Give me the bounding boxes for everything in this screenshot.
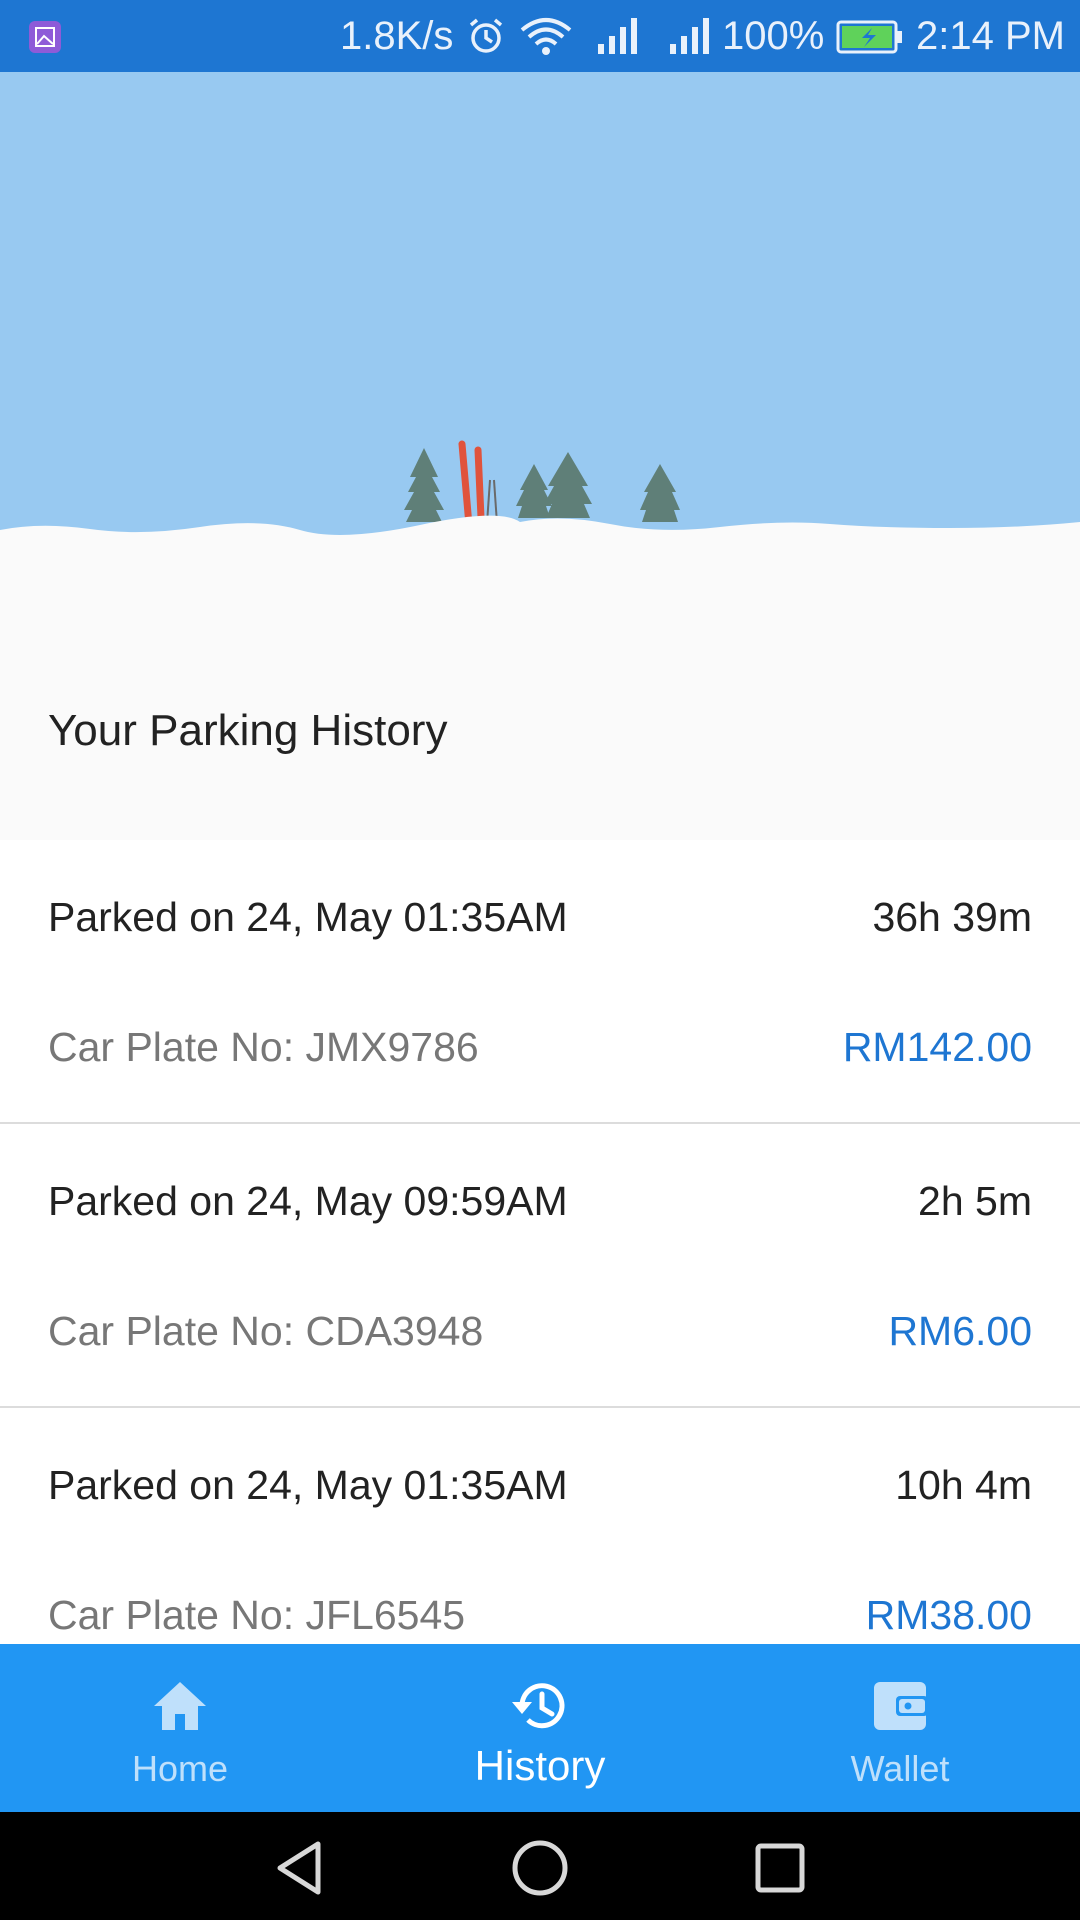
header-illustration [0, 72, 1080, 672]
car-plate: Car Plate No: JMX9786 [48, 1024, 479, 1070]
parking-duration: 10h 4m [895, 1462, 1032, 1508]
home-icon [154, 1682, 206, 1730]
parking-duration: 2h 5m [918, 1178, 1032, 1224]
alarm-icon [469, 18, 503, 53]
parked-date: Parked on 24, May 09:59AM [48, 1178, 568, 1224]
battery-percent: 100% [722, 14, 825, 58]
nav-home-label: Home [131, 1748, 229, 1789]
clock-time: 2:14 PM [916, 14, 1065, 58]
wallet-icon [874, 1682, 928, 1730]
network-speed: 1.8K/s [340, 14, 454, 58]
gallery-icon [29, 21, 61, 53]
wifi-icon [520, 18, 572, 55]
home-circle-icon[interactable] [510, 1838, 570, 1898]
recents-icon[interactable] [750, 1838, 810, 1898]
nav-history[interactable]: History [360, 1644, 720, 1812]
back-icon[interactable] [270, 1838, 330, 1898]
history-item[interactable]: Parked on 24, May 01:35AM 36h 39m Car Pl… [0, 840, 1080, 1124]
nav-home[interactable]: Home [0, 1644, 360, 1812]
parking-duration: 36h 39m [872, 894, 1032, 940]
page-title: Your Parking History [48, 706, 448, 755]
nav-history-label: History [474, 1742, 606, 1789]
car-plate: Car Plate No: JFL6545 [48, 1592, 466, 1638]
parked-date: Parked on 24, May 01:35AM [48, 894, 568, 940]
history-icon [512, 1683, 565, 1729]
nav-wallet-label: Wallet [850, 1748, 950, 1789]
parked-date: Parked on 24, May 01:35AM [48, 1462, 568, 1508]
parking-amount: RM6.00 [888, 1308, 1032, 1354]
history-list: Parked on 24, May 01:35AM 36h 39m Car Pl… [0, 840, 1080, 1692]
car-plate: Car Plate No: CDA3948 [48, 1308, 484, 1354]
history-item[interactable]: Parked on 24, May 09:59AM 2h 5m Car Plat… [0, 1124, 1080, 1408]
snow-ground [0, 515, 1080, 672]
system-navigation-bar [0, 1812, 1080, 1920]
bottom-navigation: Home History Wallet [0, 1644, 1080, 1812]
battery-charging-icon [836, 20, 902, 54]
parking-amount: RM38.00 [865, 1592, 1032, 1638]
signal-icon [670, 18, 709, 54]
signal-icon [598, 18, 637, 54]
nav-wallet[interactable]: Wallet [720, 1644, 1080, 1812]
parking-amount: RM142.00 [842, 1024, 1032, 1070]
status-bar: 1.8K/s 100% 2:14 PM [0, 0, 1080, 72]
